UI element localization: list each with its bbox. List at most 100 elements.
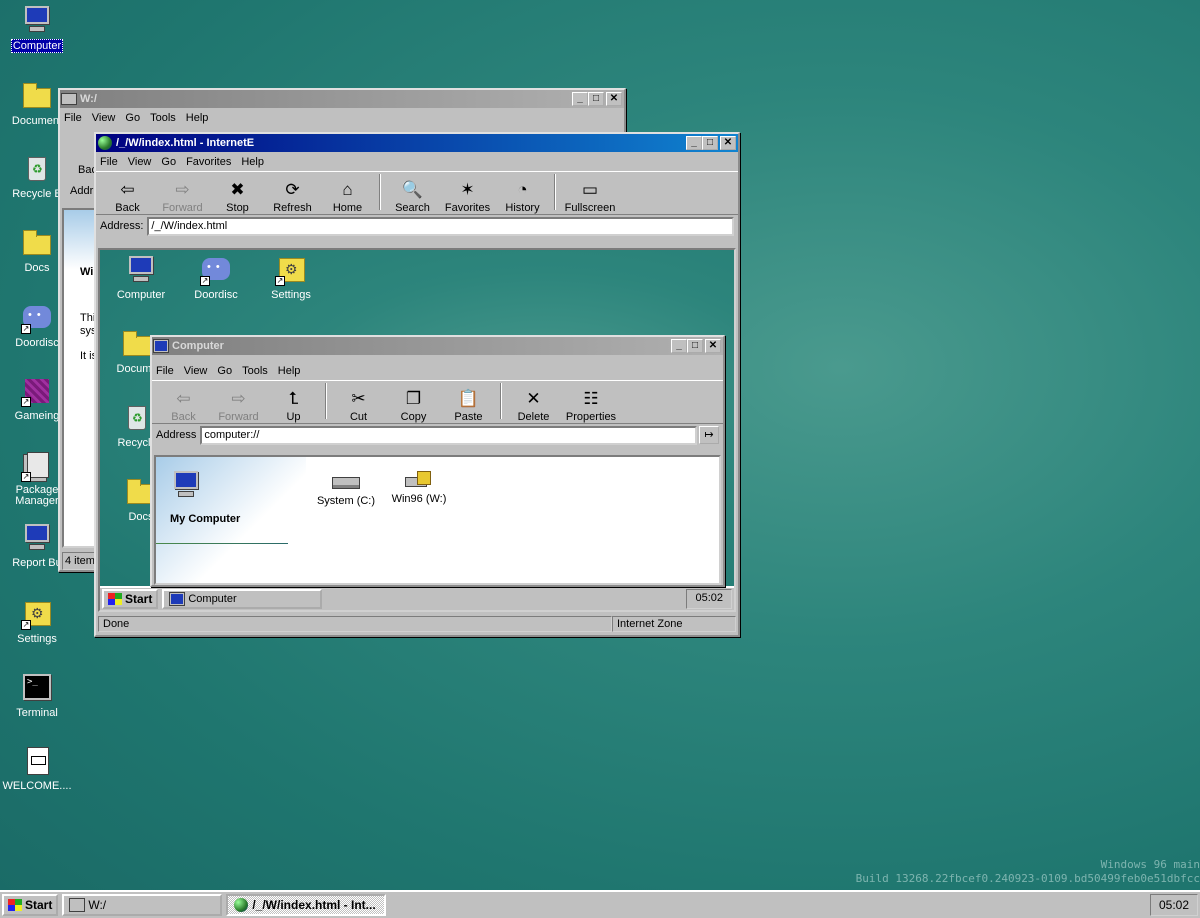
- go-button[interactable]: ↦: [699, 426, 719, 444]
- fullscreen-button[interactable]: ▭ Fullscreen: [560, 180, 620, 214]
- drive-icon: [70, 899, 85, 911]
- button-label: Forward: [162, 202, 203, 214]
- menu-view[interactable]: View: [184, 365, 208, 377]
- drive-item[interactable]: Win96 (W:): [384, 467, 454, 505]
- properties-button[interactable]: ☷ Properties: [561, 389, 621, 423]
- up-folder-icon: ⮤: [288, 389, 299, 408]
- address-input[interactable]: /_/W/index.html: [147, 216, 734, 236]
- button-label: Favorites: [444, 202, 491, 214]
- maximize-button[interactable]: □: [687, 339, 703, 353]
- close-button[interactable]: ✕: [705, 339, 721, 353]
- menu-file[interactable]: File: [64, 112, 82, 124]
- start-label: Start: [125, 592, 153, 606]
- start-button[interactable]: Start: [2, 894, 59, 916]
- menu-go[interactable]: Go: [161, 156, 176, 168]
- address-bar: Address: /_/W/index.html: [96, 215, 738, 237]
- favorites-icon: ✶: [460, 180, 475, 199]
- delete-button[interactable]: ✕ Delete: [506, 389, 561, 423]
- forward-button[interactable]: ⇨ Forward: [211, 389, 266, 423]
- title-bar[interactable]: Computer _ □ ✕: [152, 337, 723, 355]
- menu-favorites[interactable]: Favorites: [186, 156, 231, 168]
- windows-logo-icon: [8, 899, 22, 911]
- status-zone: Internet Zone: [612, 616, 736, 632]
- button-label: Refresh: [273, 202, 312, 214]
- windows-logo-icon: [108, 593, 122, 605]
- address-input[interactable]: computer://: [200, 425, 697, 445]
- search-button[interactable]: 🔍 Search: [385, 180, 440, 214]
- nested-icon-settings[interactable]: ↗ Settings: [254, 254, 328, 304]
- back-button[interactable]: ⇦ Back: [100, 180, 155, 214]
- maximize-button[interactable]: □: [588, 92, 604, 106]
- button-label: Copy: [400, 411, 427, 423]
- menu-view[interactable]: View: [92, 112, 116, 124]
- sidebar-panel: My Computer: [156, 457, 306, 583]
- desktop-icon-computer[interactable]: Computer: [0, 4, 74, 56]
- menu-tools[interactable]: Tools: [242, 365, 268, 377]
- refresh-icon: ⟳: [285, 180, 300, 199]
- up-button[interactable]: ⮤ Up: [266, 389, 321, 423]
- back-button[interactable]: ⇦ Back: [156, 389, 211, 423]
- status-text: Done: [98, 616, 612, 632]
- file-view[interactable]: My Computer System (C:) Win96 (W:): [154, 455, 721, 585]
- cut-button[interactable]: ✂ Cut: [331, 389, 386, 423]
- copy-button[interactable]: ❐ Copy: [386, 389, 441, 423]
- window-computer[interactable]: Computer _ □ ✕ File View Go Tools Help ⇦…: [150, 335, 725, 587]
- cube-icon: ↗: [21, 375, 53, 407]
- computer-icon: [125, 254, 157, 286]
- desktop-icon-terminal[interactable]: Terminal: [0, 672, 74, 722]
- start-label: Start: [25, 898, 53, 912]
- drive-label: Win96 (W:): [391, 493, 447, 505]
- favorites-button[interactable]: ✶ Favorites: [440, 180, 495, 214]
- task-w-drive[interactable]: W:/: [62, 894, 223, 916]
- button-label: Cut: [349, 411, 368, 423]
- history-button[interactable]: ◔ History: [495, 180, 550, 214]
- menu-help[interactable]: Help: [241, 156, 264, 168]
- task-browser[interactable]: /_/W/index.html - Int...: [226, 894, 387, 916]
- close-button[interactable]: ✕: [720, 136, 736, 150]
- drive-item[interactable]: System (C:): [311, 471, 381, 507]
- toolbar-separator: [325, 383, 327, 419]
- maximize-button[interactable]: □: [702, 136, 718, 150]
- desktop-icon-welcome[interactable]: WELCOME....: [0, 745, 74, 795]
- nested-start-button[interactable]: Start: [102, 589, 159, 609]
- settings-icon: ↗: [275, 254, 307, 286]
- menu-help[interactable]: Help: [186, 112, 209, 124]
- delete-icon: ✕: [526, 389, 541, 408]
- menu-tools[interactable]: Tools: [150, 112, 176, 124]
- sidebar-divider: [156, 543, 288, 544]
- title-bar[interactable]: W:/ _ □ ✕: [60, 90, 624, 108]
- address-label: Address:: [100, 220, 144, 232]
- browser-globe-icon: [234, 898, 249, 912]
- desktop-icon-settings[interactable]: ↗ Settings: [0, 598, 74, 648]
- minimize-button[interactable]: _: [686, 136, 702, 150]
- nested-task-computer[interactable]: Computer: [162, 589, 323, 609]
- menu-file[interactable]: File: [156, 365, 174, 377]
- menu-view[interactable]: View: [128, 156, 152, 168]
- stop-icon: ✖: [230, 180, 245, 199]
- menu-help[interactable]: Help: [278, 365, 301, 377]
- menu-file[interactable]: File: [100, 156, 118, 168]
- title-bar[interactable]: /_/W/index.html - InternetE _ □ ✕: [96, 134, 738, 152]
- nested-icon-computer[interactable]: Computer: [104, 254, 178, 304]
- menu-bar: File View Go Tools Help: [152, 361, 723, 380]
- window-title: W:/: [80, 93, 97, 105]
- paste-button[interactable]: 📋 Paste: [441, 389, 496, 423]
- button-label: Properties: [565, 411, 617, 423]
- history-icon: ◔: [517, 180, 528, 199]
- nested-icon-doordisc[interactable]: ↗ Doordisc: [179, 254, 253, 304]
- menu-go[interactable]: Go: [217, 365, 232, 377]
- refresh-button[interactable]: ⟳ Refresh: [265, 180, 320, 214]
- menu-go[interactable]: Go: [125, 112, 140, 124]
- home-button[interactable]: ⌂ Home: [320, 180, 375, 214]
- window-title: /_/W/index.html - InternetE: [116, 137, 255, 149]
- hard-drive-icon: [332, 477, 360, 489]
- computer-icon: [21, 522, 53, 554]
- explorer-toolbar: ⇦ Back ⇨ Forward ⮤ Up ✂ Cut ❐ Copy 📋 Paste ✕ De…: [152, 380, 723, 424]
- close-button[interactable]: ✕: [606, 92, 622, 106]
- address-label: Address: [156, 429, 197, 441]
- desktop-icon-label: Recycle B: [12, 188, 62, 200]
- stop-button[interactable]: ✖ Stop: [210, 180, 265, 214]
- minimize-button[interactable]: _: [671, 339, 687, 353]
- minimize-button[interactable]: _: [572, 92, 588, 106]
- forward-button[interactable]: ⇨ Forward: [155, 180, 210, 214]
